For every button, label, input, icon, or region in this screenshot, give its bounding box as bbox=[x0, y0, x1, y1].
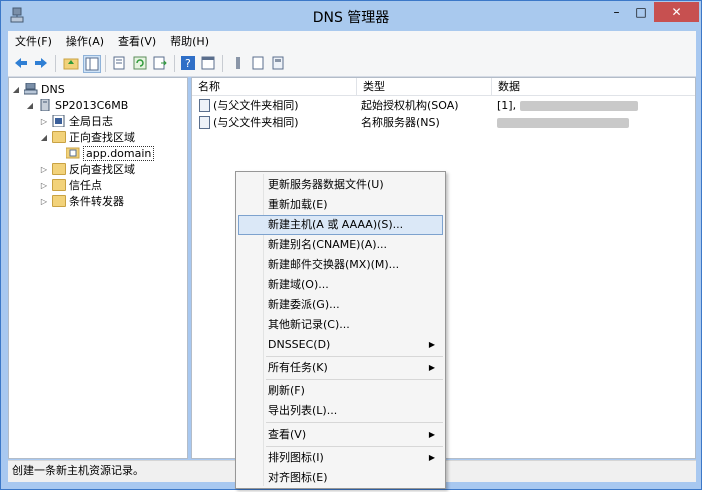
menu-item-dnssec[interactable]: DNSSEC(D) ▶ bbox=[238, 335, 443, 355]
menu-item-arrange-icons[interactable]: 排列图标(I) ▶ bbox=[238, 448, 443, 468]
expand-arrow-icon[interactable]: ▷ bbox=[39, 117, 49, 126]
show-hide-tree-icon[interactable] bbox=[83, 55, 101, 73]
submenu-arrow-icon: ▶ bbox=[428, 430, 435, 439]
minimize-button[interactable]: – bbox=[604, 2, 629, 22]
title-bar[interactable]: DNS 管理器 – □ ✕ bbox=[1, 1, 701, 31]
collapse-arrow-icon[interactable]: ◢ bbox=[25, 101, 35, 110]
tree-item-server[interactable]: ◢ SP2013C6MB bbox=[25, 97, 128, 113]
record-icon bbox=[199, 99, 210, 112]
tree-item-trust-points[interactable]: ▷ 信任点 bbox=[39, 177, 102, 193]
tree-item-label: app.domain bbox=[83, 145, 155, 161]
submenu-arrow-icon: ▶ bbox=[428, 453, 435, 462]
collapse-arrow-icon[interactable]: ◢ bbox=[39, 133, 49, 142]
tree-item-label: 信任点 bbox=[69, 179, 102, 192]
list-header: 名称 类型 数据 bbox=[192, 78, 695, 96]
tree-item-conditional-forwarders[interactable]: ▷ 条件转发器 bbox=[39, 193, 124, 209]
cell-data bbox=[497, 114, 629, 131]
tree-item-global-log[interactable]: ▷ 全局日志 bbox=[39, 113, 113, 129]
menu-item-new-domain[interactable]: 新建域(O)... bbox=[238, 275, 443, 295]
table-row[interactable]: (与父文件夹相同) 名称服务器(NS) bbox=[192, 114, 695, 131]
cell-data-text: [1], bbox=[497, 99, 517, 112]
menu-file[interactable]: 文件(F) bbox=[8, 33, 59, 49]
tree-item-label: 全局日志 bbox=[69, 115, 113, 128]
log-icon bbox=[52, 114, 66, 128]
up-folder-icon[interactable] bbox=[63, 55, 79, 71]
menu-item-label: 所有任务(K) bbox=[268, 361, 328, 374]
menu-item-refresh[interactable]: 刷新(F) bbox=[238, 381, 443, 401]
menu-item-new-host[interactable]: 新建主机(A 或 AAAA)(S)... bbox=[238, 215, 443, 235]
menu-item-view[interactable]: 查看(V) ▶ bbox=[238, 425, 443, 445]
tree-item-reverse-zones[interactable]: ▷ 反向查找区域 bbox=[39, 161, 135, 177]
menu-help[interactable]: 帮助(H) bbox=[163, 33, 216, 49]
column-header-data[interactable]: 数据 bbox=[492, 78, 695, 95]
submenu-arrow-icon: ▶ bbox=[428, 340, 435, 349]
menu-item-update-server-data-files[interactable]: 更新服务器数据文件(U) bbox=[238, 175, 443, 195]
forward-arrow-icon[interactable] bbox=[33, 55, 49, 71]
cell-type: 起始授权机构(SOA) bbox=[361, 99, 459, 112]
list-icon[interactable] bbox=[230, 55, 246, 71]
table-row[interactable]: (与父文件夹相同) 起始授权机构(SOA) [1], bbox=[192, 97, 695, 114]
tree-item-forward-zones[interactable]: ◢ 正向查找区域 bbox=[39, 129, 135, 145]
menu-bar: 文件(F) 操作(A) 查看(V) 帮助(H) bbox=[8, 31, 696, 51]
menu-item-line-up-icons[interactable]: 对齐图标(E) bbox=[238, 468, 443, 488]
filter-icon[interactable] bbox=[270, 55, 286, 71]
submenu-arrow-icon: ▶ bbox=[428, 363, 435, 372]
folder-icon bbox=[52, 195, 66, 207]
record-icon bbox=[199, 116, 210, 129]
column-header-type[interactable]: 类型 bbox=[357, 78, 492, 95]
back-arrow-icon[interactable] bbox=[13, 55, 29, 71]
menu-item-new-mail-exchanger[interactable]: 新建邮件交换器(MX)(M)... bbox=[238, 255, 443, 275]
toolbar: ? bbox=[8, 51, 696, 77]
zone-icon bbox=[65, 147, 80, 159]
console-icon[interactable] bbox=[200, 55, 216, 71]
svg-text:?: ? bbox=[185, 57, 191, 70]
server-icon bbox=[38, 98, 52, 112]
export-icon[interactable] bbox=[152, 55, 168, 71]
folder-icon bbox=[52, 163, 66, 175]
close-button[interactable]: ✕ bbox=[654, 2, 699, 22]
menu-item-new-alias[interactable]: 新建别名(CNAME)(A)... bbox=[238, 235, 443, 255]
context-menu: 更新服务器数据文件(U) 重新加载(E) 新建主机(A 或 AAAA)(S)..… bbox=[235, 171, 446, 489]
menu-view[interactable]: 查看(V) bbox=[111, 33, 163, 49]
tree-item-app-domain[interactable]: app.domain bbox=[53, 145, 155, 161]
menu-item-export-list[interactable]: 导出列表(L)... bbox=[238, 401, 443, 421]
tree-item-dns[interactable]: ◢ DNS bbox=[11, 81, 65, 97]
cell-name: (与父文件夹相同) bbox=[213, 116, 299, 129]
tree-item-label: 反向查找区域 bbox=[69, 163, 135, 176]
expand-arrow-icon[interactable]: ▷ bbox=[39, 165, 49, 174]
tree-item-label: SP2013C6MB bbox=[55, 98, 129, 112]
menu-item-reload[interactable]: 重新加载(E) bbox=[238, 195, 443, 215]
redacted-value bbox=[519, 101, 638, 111]
cell-type: 名称服务器(NS) bbox=[361, 116, 440, 129]
menu-item-new-delegation[interactable]: 新建委派(G)... bbox=[238, 295, 443, 315]
menu-item-label: DNSSEC(D) bbox=[268, 338, 331, 351]
menu-item-other-new-records[interactable]: 其他新记录(C)... bbox=[238, 315, 443, 335]
cell-data: [1], bbox=[497, 97, 638, 114]
properties-icon[interactable] bbox=[111, 55, 127, 71]
menu-item-label: 排列图标(I) bbox=[268, 451, 324, 464]
column-header-name[interactable]: 名称 bbox=[192, 78, 357, 95]
expand-arrow-icon[interactable]: ▷ bbox=[39, 181, 49, 190]
help-icon[interactable]: ? bbox=[180, 55, 196, 71]
tree-item-label: 正向查找区域 bbox=[69, 131, 135, 144]
folder-icon bbox=[52, 179, 66, 191]
redacted-value bbox=[497, 118, 629, 128]
menu-item-all-tasks[interactable]: 所有任务(K) ▶ bbox=[238, 358, 443, 378]
folder-icon bbox=[52, 131, 66, 143]
window-title: DNS 管理器 bbox=[312, 10, 390, 26]
collapse-arrow-icon[interactable]: ◢ bbox=[11, 85, 21, 94]
tree-item-label: 条件转发器 bbox=[69, 195, 124, 208]
cell-name: (与父文件夹相同) bbox=[213, 99, 299, 112]
expand-arrow-icon[interactable]: ▷ bbox=[39, 197, 49, 206]
console-tree: ◢ DNS ◢ SP2013C6MB ▷ 全局日志 ◢ 正向查找区域 app.d… bbox=[8, 77, 188, 459]
dns-icon bbox=[23, 82, 38, 95]
menu-item-label: 查看(V) bbox=[268, 428, 307, 441]
details-icon[interactable] bbox=[250, 55, 266, 71]
menu-action[interactable]: 操作(A) bbox=[59, 33, 111, 49]
refresh-icon[interactable] bbox=[132, 55, 148, 71]
tree-item-label: DNS bbox=[41, 82, 65, 96]
maximize-button[interactable]: □ bbox=[629, 2, 653, 22]
